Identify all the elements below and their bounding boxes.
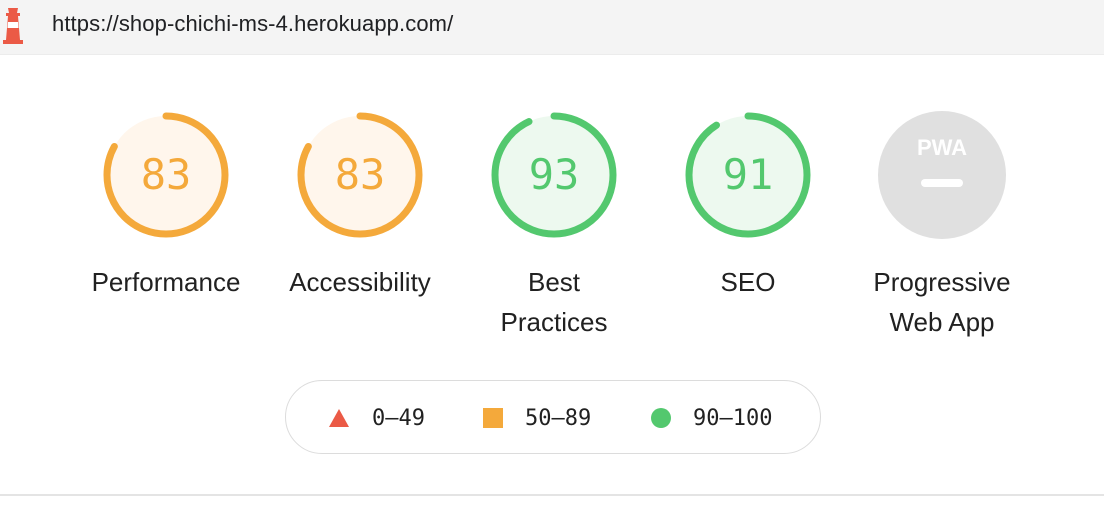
- pwa-badge-text: PWA: [917, 135, 967, 160]
- legend-average: 50–89: [483, 403, 591, 433]
- triangle-icon: [329, 409, 349, 427]
- url-text[interactable]: https://shop-chichi-ms-4.herokuapp.com/: [52, 11, 453, 37]
- gauge-label: Performance: [91, 267, 241, 297]
- gauge-label: Best Practices: [500, 267, 608, 337]
- gauge-seo[interactable]: 91 SEO: [651, 110, 845, 350]
- score-value: 93: [528, 150, 580, 199]
- score-value: 83: [140, 150, 192, 199]
- gauge-accessibility[interactable]: 83 Accessibility: [263, 110, 457, 350]
- score-value: 91: [722, 150, 774, 199]
- url-bar: https://shop-chichi-ms-4.herokuapp.com/: [0, 0, 1104, 55]
- score-value: 83: [334, 150, 386, 199]
- square-icon: [483, 408, 503, 428]
- gauge-label: Accessibility: [289, 267, 431, 297]
- legend-fail: 0–49: [328, 403, 425, 433]
- score-legend: 0–49 50–89 90–100: [285, 380, 821, 454]
- legend-pass: 90–100: [651, 403, 772, 433]
- gauge-label: SEO: [720, 267, 776, 297]
- minus-icon: [921, 179, 963, 187]
- divider: [0, 494, 1104, 496]
- gauge-label: Progressive Web App: [873, 267, 1011, 337]
- circle-icon: [651, 408, 671, 428]
- pwa-badge: PWA: [878, 111, 1006, 239]
- gauge-performance[interactable]: 83 Performance: [69, 110, 263, 350]
- gauge-pwa[interactable]: PWA Progressive Web App: [845, 110, 1039, 350]
- gauge-best-practices[interactable]: 93 Best Practices: [457, 110, 651, 350]
- lighthouse-icon: [0, 6, 26, 46]
